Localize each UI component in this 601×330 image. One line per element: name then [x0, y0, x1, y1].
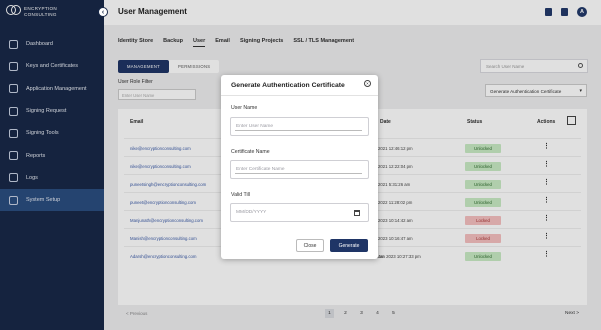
- modal-divider: [221, 95, 378, 96]
- collapse-sidebar-button[interactable]: ‹: [98, 7, 108, 17]
- calendar-icon[interactable]: [354, 210, 360, 216]
- certificate-name-label: Certificate Name: [231, 149, 270, 155]
- certificate-name-input[interactable]: Enter Certificate Name: [230, 160, 369, 179]
- certificate-name-placeholder: Enter Certificate Name: [236, 167, 285, 172]
- user-name-label: User Name: [231, 105, 258, 111]
- generate-certificate-modal: Generate Authentication Certificate × Us…: [221, 75, 378, 259]
- close-icon[interactable]: ×: [364, 80, 371, 87]
- close-button[interactable]: Close: [296, 239, 324, 252]
- valid-till-date-input[interactable]: MM/DD/YYYY: [230, 203, 369, 222]
- user-name-input[interactable]: Enter User Name: [230, 117, 369, 136]
- user-name-placeholder: Enter User Name: [236, 124, 274, 129]
- generate-button[interactable]: Generate: [330, 239, 368, 252]
- valid-till-placeholder: MM/DD/YYYY: [236, 210, 267, 215]
- valid-till-label: Valid Till: [231, 192, 250, 198]
- modal-title: Generate Authentication Certificate: [231, 82, 345, 89]
